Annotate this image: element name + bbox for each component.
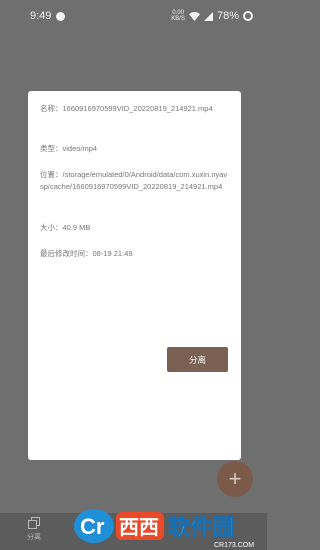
watermark-url: CR173.COM (214, 542, 254, 549)
nav-item-label: 分离 (27, 534, 41, 541)
file-location-field: 位置：/storage/emulated/0/Android/data/com.… (40, 170, 228, 191)
plus-icon: + (228, 466, 242, 491)
app-notification-icon (56, 11, 66, 21)
watermark-xixi: 西西 (119, 515, 159, 539)
battery-percent: 78% (216, 10, 239, 22)
nav-item-separate[interactable]: 分离 (18, 517, 50, 547)
wifi-icon (188, 11, 200, 21)
watermark-main: 软件园 (168, 515, 234, 541)
status-bar: 9:49 0.00 KB/S 78% (0, 0, 267, 32)
net-speed-unit: KB/S (171, 16, 185, 22)
file-type-field: 类型：video/mp4 (40, 144, 98, 153)
separate-button[interactable]: 分离 (167, 347, 228, 372)
file-modified-time-field: 最后修改时间：08-19 21:49 (40, 249, 133, 258)
add-button[interactable]: + (217, 461, 253, 497)
copy-icon (28, 517, 40, 529)
file-size-field: 大小：40.9 MB (40, 223, 91, 232)
status-bar-right: 0.00 KB/S 78% (171, 10, 253, 22)
file-info-dialog: 名称：1660916970599VID_20220819_214921.mp4 … (28, 91, 241, 460)
battery-icon (243, 11, 253, 21)
watermark-logo: Cr 西西 软件园 CR173.COM (74, 509, 254, 549)
signal-icon (203, 11, 213, 21)
watermark-cr: Cr (80, 514, 105, 539)
clock: 9:49 (30, 10, 52, 22)
net-speed: 0.00 KB/S (171, 10, 185, 22)
file-name-field: 名称：1660916970599VID_20220819_214921.mp4 (40, 104, 213, 113)
status-bar-left: 9:49 (30, 10, 66, 22)
